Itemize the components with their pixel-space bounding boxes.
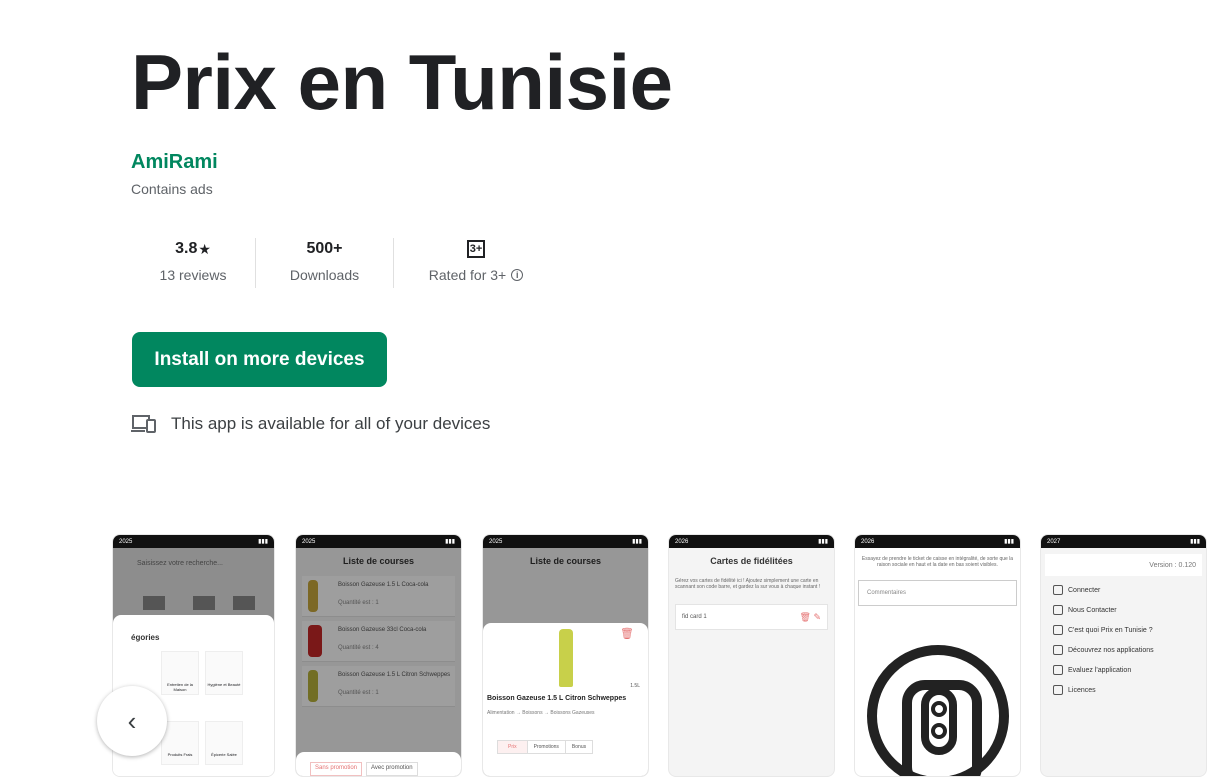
tile-epicerie: Épicerie Salée bbox=[205, 721, 243, 765]
product-size: 1.5L bbox=[630, 683, 640, 689]
status-time: 2027 bbox=[1047, 538, 1061, 545]
screenshot-carousel: 2025 ▮▮▮ Saisissez votre recherche... égo… bbox=[112, 534, 1232, 777]
tile-hygiene: Hygiène et Beauté bbox=[205, 651, 243, 695]
chevron-left-icon: ‹ bbox=[127, 705, 137, 736]
menu-licences: Licences bbox=[1041, 680, 1206, 700]
stats-row: 3.8 ★ 13 reviews 500+ Downloads 3+ Rated… bbox=[131, 238, 558, 288]
tile-frais: Produits Frais bbox=[161, 721, 199, 765]
install-button[interactable]: Install on more devices bbox=[132, 332, 387, 387]
product-name: Boisson Gazeuse 1.5 L Citron Schweppes bbox=[487, 695, 627, 702]
status-time: 2025 bbox=[489, 538, 503, 545]
content-rating-stat: 3+ Rated for 3+ i bbox=[393, 238, 558, 288]
downloads-value: 500+ bbox=[306, 240, 343, 257]
rating-stat[interactable]: 3.8 ★ 13 reviews bbox=[131, 238, 255, 288]
devices-icon bbox=[131, 415, 156, 433]
tile-maison: Entretien de la Maison bbox=[161, 651, 199, 695]
developer-link[interactable]: AmiRami bbox=[131, 151, 218, 174]
status-time: 2026 bbox=[675, 538, 689, 545]
screenshot-6[interactable]: 2027 ▮▮▮ Version : 0.120 Connecter Nous C… bbox=[1040, 534, 1207, 777]
availability-text: This app is available for all of your de… bbox=[171, 414, 491, 433]
ticket-hint: Essayez de prendre le ticket de caisse e… bbox=[861, 556, 1014, 568]
categories-heading: égories bbox=[131, 633, 160, 642]
availability-note: This app is available for all of your de… bbox=[131, 414, 490, 434]
menu-connecter: Connecter bbox=[1041, 580, 1206, 600]
content-rating-label: Rated for 3+ bbox=[428, 267, 507, 283]
cards-description: Gérez vos cartes de fidélité ici ! Ajout… bbox=[675, 578, 821, 590]
content-rating-badge: 3+ bbox=[467, 240, 485, 258]
shot-title: Cartes de fidélitées bbox=[710, 556, 793, 566]
status-time: 2025 bbox=[119, 538, 133, 545]
comment-field: Commentaires bbox=[858, 580, 1017, 606]
status-time: 2025 bbox=[302, 538, 316, 545]
rating-value: 3.8 bbox=[175, 240, 198, 257]
app-title: Prix en Tunisie bbox=[131, 38, 673, 126]
screenshot-4[interactable]: 2026 ▮▮▮ Cartes de fidélitées Gérez vos c… bbox=[668, 534, 835, 777]
info-icon[interactable]: i bbox=[511, 269, 524, 281]
carousel-prev-button[interactable]: ‹ bbox=[97, 686, 167, 756]
menu-contact: Nous Contacter bbox=[1041, 600, 1206, 620]
star-icon: ★ bbox=[198, 240, 211, 257]
loyalty-card: fid card 1 🗑 ✎ bbox=[675, 604, 828, 630]
menu-apps: Découvrez nos applications bbox=[1041, 640, 1206, 660]
reviews-count: 13 reviews bbox=[159, 267, 227, 283]
tab-sans-promo: Sans promotion bbox=[310, 762, 363, 776]
search-placeholder: Saisissez votre recherche... bbox=[137, 560, 223, 567]
status-time: 2026 bbox=[861, 538, 875, 545]
downloads-stat: 500+ Downloads bbox=[255, 238, 393, 288]
version-label: Version : 0.120 bbox=[1045, 554, 1202, 576]
product-path: Alimentation → Boissons → Boissons Gazeu… bbox=[487, 710, 595, 716]
tab-avec-promo: Avec promotion bbox=[366, 762, 418, 776]
menu-about: C'est quoi Prix en Tunisie ? bbox=[1041, 620, 1206, 640]
ads-note: Contains ads bbox=[131, 181, 213, 197]
screenshot-2[interactable]: 2025 ▮▮▮ Liste de courses Boisson Gazeuse… bbox=[295, 534, 462, 777]
downloads-label: Downloads bbox=[289, 267, 360, 283]
screenshot-3[interactable]: 2025 ▮▮▮ Liste de courses 🗑 1.5L Boisson … bbox=[482, 534, 649, 777]
camera-icon bbox=[867, 645, 1009, 776]
menu-rate: Evaluez l'application bbox=[1041, 660, 1206, 680]
screenshot-5[interactable]: 2026 ▮▮▮ Essayez de prendre le ticket de … bbox=[854, 534, 1021, 777]
